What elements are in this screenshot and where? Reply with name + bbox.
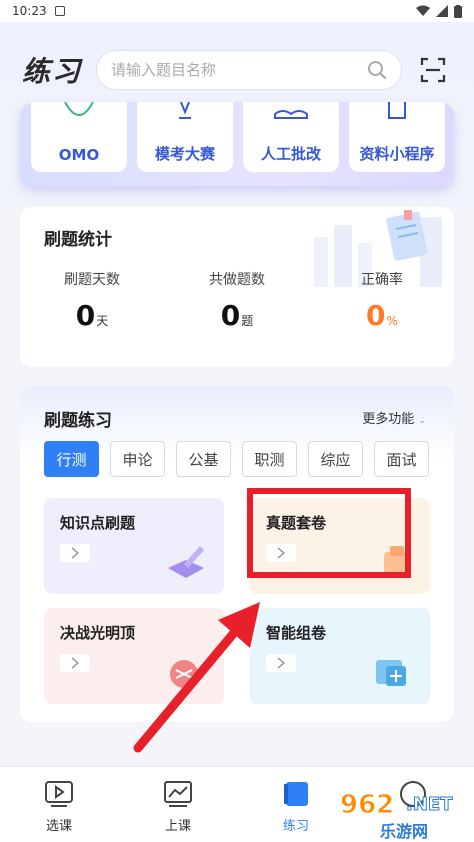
practice-card: 刷题练习 更多功能 ⌄ 行测 申论 公基 职测 综应 面试 知识点刷题 真题套卷… xyxy=(20,386,454,722)
battle-icon xyxy=(170,660,198,688)
stat-label: 正确率 xyxy=(361,272,403,288)
scan-icon[interactable] xyxy=(420,57,446,83)
tool-label: 资料小程序 xyxy=(359,145,435,163)
stats-card: 刷题统计 刷题天数 0天 共做题数 0题 正确率 0% xyxy=(20,207,454,367)
stat-unit: 题 xyxy=(241,314,254,328)
book-icon xyxy=(274,110,308,119)
watermark-suffix: .NET xyxy=(405,794,453,816)
nav-label: 上课 xyxy=(164,819,191,834)
omo-icon xyxy=(64,102,94,116)
tile-guangmingding[interactable]: 决战光明顶 xyxy=(44,608,224,704)
tool-mock-contest[interactable]: 模考大赛 xyxy=(137,102,233,172)
tab-gongji[interactable]: 公基 xyxy=(176,441,231,477)
stat-number: 0 xyxy=(75,299,96,332)
chevron-right-icon[interactable] xyxy=(266,654,296,672)
stat-value: 0题 xyxy=(177,299,297,332)
add-folder-icon xyxy=(376,660,406,686)
nav-practice[interactable]: 练习 xyxy=(266,779,326,834)
status-time: 10:23 xyxy=(12,4,47,18)
tile-past-papers[interactable]: 真题套卷 xyxy=(250,498,430,594)
pen-icon xyxy=(168,546,204,578)
signal-icon xyxy=(436,5,448,17)
chevron-right-icon[interactable] xyxy=(60,544,90,562)
tile-smart-assembly[interactable]: 智能组卷 xyxy=(250,608,430,704)
stat-label: 共做题数 xyxy=(209,272,265,288)
tool-materials-miniapp[interactable]: 资料小程序 xyxy=(349,102,445,172)
tool-omo[interactable]: OMO xyxy=(31,102,127,172)
stat-value: 0% xyxy=(322,299,442,332)
watermark-number: 962 xyxy=(339,790,395,821)
stats-title: 刷题统计 xyxy=(44,225,112,252)
nav-attend-class[interactable]: 上课 xyxy=(148,779,208,834)
tab-xingce[interactable]: 行测 xyxy=(44,441,99,477)
search-input[interactable] xyxy=(111,61,368,79)
stat-value: 0天 xyxy=(32,299,152,332)
quick-tools-card: OMO 模考大赛 人工批改 资料小程序 xyxy=(20,102,454,186)
stat-unit: 天 xyxy=(96,314,109,328)
header: 练习 xyxy=(0,40,474,100)
practice-title: 刷题练习 xyxy=(44,406,112,433)
stat-label: 刷题天数 xyxy=(64,272,120,288)
document-icon xyxy=(388,102,406,119)
tool-label: 模考大赛 xyxy=(154,145,215,163)
subject-tabs: 行测 申论 公基 职测 综应 面试 xyxy=(44,441,429,477)
tile-label: 真题套卷 xyxy=(266,514,327,532)
notebook-icon xyxy=(284,782,308,806)
chevron-down-icon: ⌄ xyxy=(418,416,426,426)
stat-practice-days: 刷题天数 0天 xyxy=(32,269,152,332)
status-icons xyxy=(416,4,462,18)
practice-title-text: 刷题练习 xyxy=(44,411,112,431)
tab-mianshi[interactable]: 面试 xyxy=(374,441,429,477)
chevron-right-icon[interactable] xyxy=(60,654,90,672)
stat-number: 0 xyxy=(366,299,386,332)
nav-select-course[interactable]: 选课 xyxy=(29,779,89,834)
folder-icon xyxy=(384,546,408,574)
tab-zongying[interactable]: 综应 xyxy=(308,441,363,477)
trophy-icon xyxy=(179,102,191,119)
search-box[interactable] xyxy=(96,50,403,90)
tab-zhice[interactable]: 职测 xyxy=(242,441,297,477)
tile-label: 智能组卷 xyxy=(266,624,327,642)
stats-title-text: 刷题统计 xyxy=(44,230,112,250)
stat-number: 0 xyxy=(220,299,241,332)
stat-total-questions: 共做题数 0题 xyxy=(177,269,297,332)
tool-manual-grading[interactable]: 人工批改 xyxy=(243,102,339,172)
nav-label: 练习 xyxy=(282,819,309,834)
page-title: 练习 xyxy=(22,55,83,88)
more-functions-button[interactable]: 更多功能 ⌄ xyxy=(362,408,426,427)
nav-label: 选课 xyxy=(45,819,72,834)
tile-label: 决战光明顶 xyxy=(60,624,136,642)
watermark-site-name: 乐游网 xyxy=(380,822,429,841)
stat-unit: % xyxy=(386,314,398,328)
notification-icon xyxy=(54,6,65,16)
search-icon[interactable] xyxy=(367,60,387,80)
status-bar: 10:23 xyxy=(0,0,474,22)
tile-label: 知识点刷题 xyxy=(60,514,136,532)
wifi-icon xyxy=(416,5,430,16)
site-watermark-logo: 962 .NET 乐游网 xyxy=(336,790,466,842)
chevron-right-icon[interactable] xyxy=(266,544,296,562)
more-functions-label: 更多功能 xyxy=(362,412,415,427)
chart-board-icon xyxy=(164,781,192,807)
tile-knowledge-practice[interactable]: 知识点刷题 xyxy=(44,498,224,594)
tool-label: 人工批改 xyxy=(260,145,321,163)
tool-label: OMO xyxy=(58,146,100,164)
battery-icon xyxy=(454,4,462,18)
stat-accuracy: 正确率 0% xyxy=(322,269,442,332)
play-icon xyxy=(45,781,73,807)
tab-shenlun[interactable]: 申论 xyxy=(110,441,165,477)
